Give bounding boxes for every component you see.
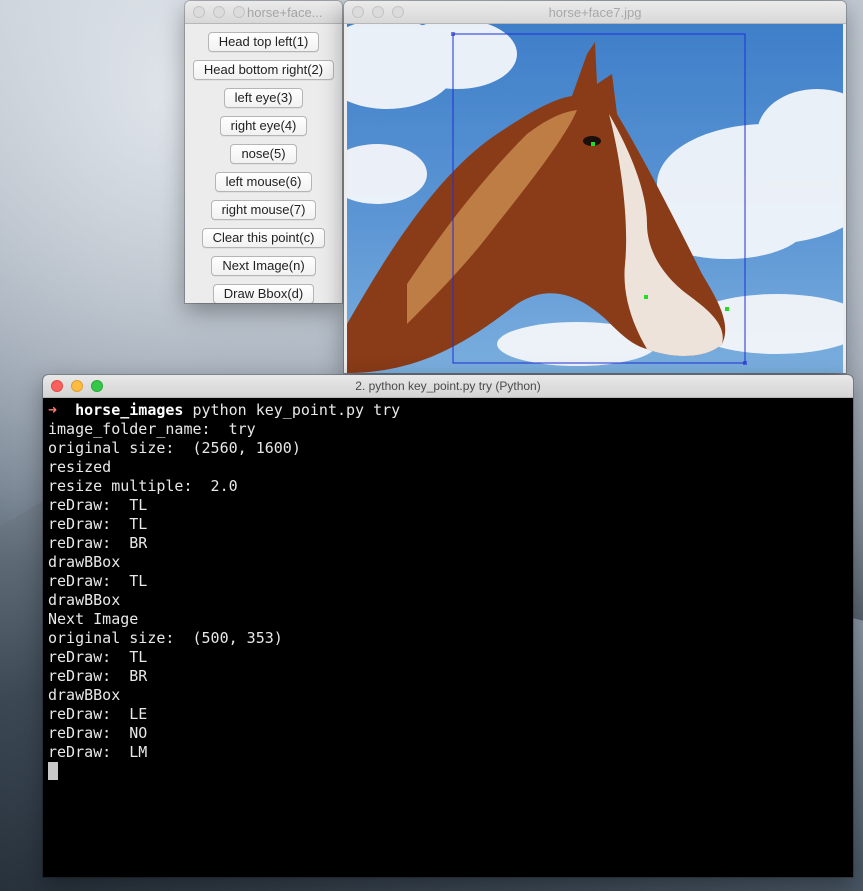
image-window: horse+face7.jpg	[344, 1, 846, 373]
output-line: reDraw: TL	[48, 648, 148, 666]
terminal-window: 2. python key_point.py try (Python) ➜ ho…	[43, 375, 853, 877]
left-mouth-button[interactable]: left mouse(6)	[214, 172, 313, 192]
output-line: reDraw: LE	[48, 705, 148, 723]
close-window-button[interactable]	[193, 6, 205, 18]
keypoint-button-list: Head top left(1) Head bottom right(2) le…	[185, 24, 342, 303]
tool-window-title: horse+face...	[247, 4, 323, 20]
nose-button[interactable]: nose(5)	[230, 144, 297, 164]
close-window-button[interactable]	[51, 380, 63, 392]
zoom-window-button[interactable]	[91, 380, 103, 392]
head-bottom-right-button[interactable]: Head bottom right(2)	[192, 60, 335, 80]
head-top-left-button[interactable]: Head top left(1)	[207, 32, 320, 52]
right-eye-button[interactable]: right eye(4)	[219, 116, 308, 136]
output-line: image_folder_name: try	[48, 420, 256, 438]
output-line: reDraw: NO	[48, 724, 148, 742]
image-canvas[interactable]	[347, 24, 843, 373]
image-window-title: horse+face7.jpg	[548, 4, 642, 20]
terminal-cursor	[48, 762, 58, 780]
prompt-line: ➜ horse_images python key_point.py try	[48, 401, 848, 420]
output-line: resize multiple: 2.0	[48, 477, 238, 495]
left-eye-button[interactable]: left eye(3)	[223, 88, 304, 108]
output-line: reDraw: BR	[48, 667, 148, 685]
output-line: reDraw: BR	[48, 534, 148, 552]
output-line: drawBBox	[48, 686, 121, 704]
prompt-directory: horse_images	[75, 401, 184, 419]
output-line: resized	[48, 458, 112, 476]
output-line: Next Image	[48, 610, 139, 628]
minimize-window-button[interactable]	[372, 6, 384, 18]
draw-bbox-button[interactable]: Draw Bbox(d)	[212, 284, 315, 303]
output-line: original size: (2560, 1600)	[48, 439, 301, 457]
prompt-command: python key_point.py try	[183, 401, 401, 419]
output-line: reDraw: TL	[48, 515, 148, 533]
minimize-window-button[interactable]	[71, 380, 83, 392]
output-line: original size: (500, 353)	[48, 629, 283, 647]
zoom-window-button[interactable]	[392, 6, 404, 18]
zoom-window-button[interactable]	[233, 6, 245, 18]
image-titlebar[interactable]: horse+face7.jpg	[344, 1, 846, 24]
output-line: reDraw: LM	[48, 743, 148, 761]
terminal-titlebar[interactable]: 2. python key_point.py try (Python)	[43, 375, 853, 398]
terminal-title: 2. python key_point.py try (Python)	[355, 379, 541, 393]
right-mouth-button[interactable]: right mouse(7)	[210, 200, 317, 220]
next-image-button[interactable]: Next Image(n)	[211, 256, 316, 276]
clear-point-button[interactable]: Clear this point(c)	[201, 228, 326, 248]
prompt-arrow-icon: ➜	[48, 401, 58, 419]
close-window-button[interactable]	[352, 6, 364, 18]
keypoint-tool-window: horse+face... Head top left(1) Head bott…	[185, 1, 342, 303]
cursor-line	[48, 762, 848, 781]
output-line: reDraw: TL	[48, 496, 148, 514]
tool-titlebar[interactable]: horse+face...	[185, 1, 342, 24]
output-line: drawBBox	[48, 591, 121, 609]
horse-photo	[347, 24, 843, 373]
terminal-output[interactable]: ➜ horse_images python key_point.py try i…	[43, 398, 853, 784]
output-line: reDraw: TL	[48, 572, 148, 590]
minimize-window-button[interactable]	[213, 6, 225, 18]
output-line: drawBBox	[48, 553, 121, 571]
